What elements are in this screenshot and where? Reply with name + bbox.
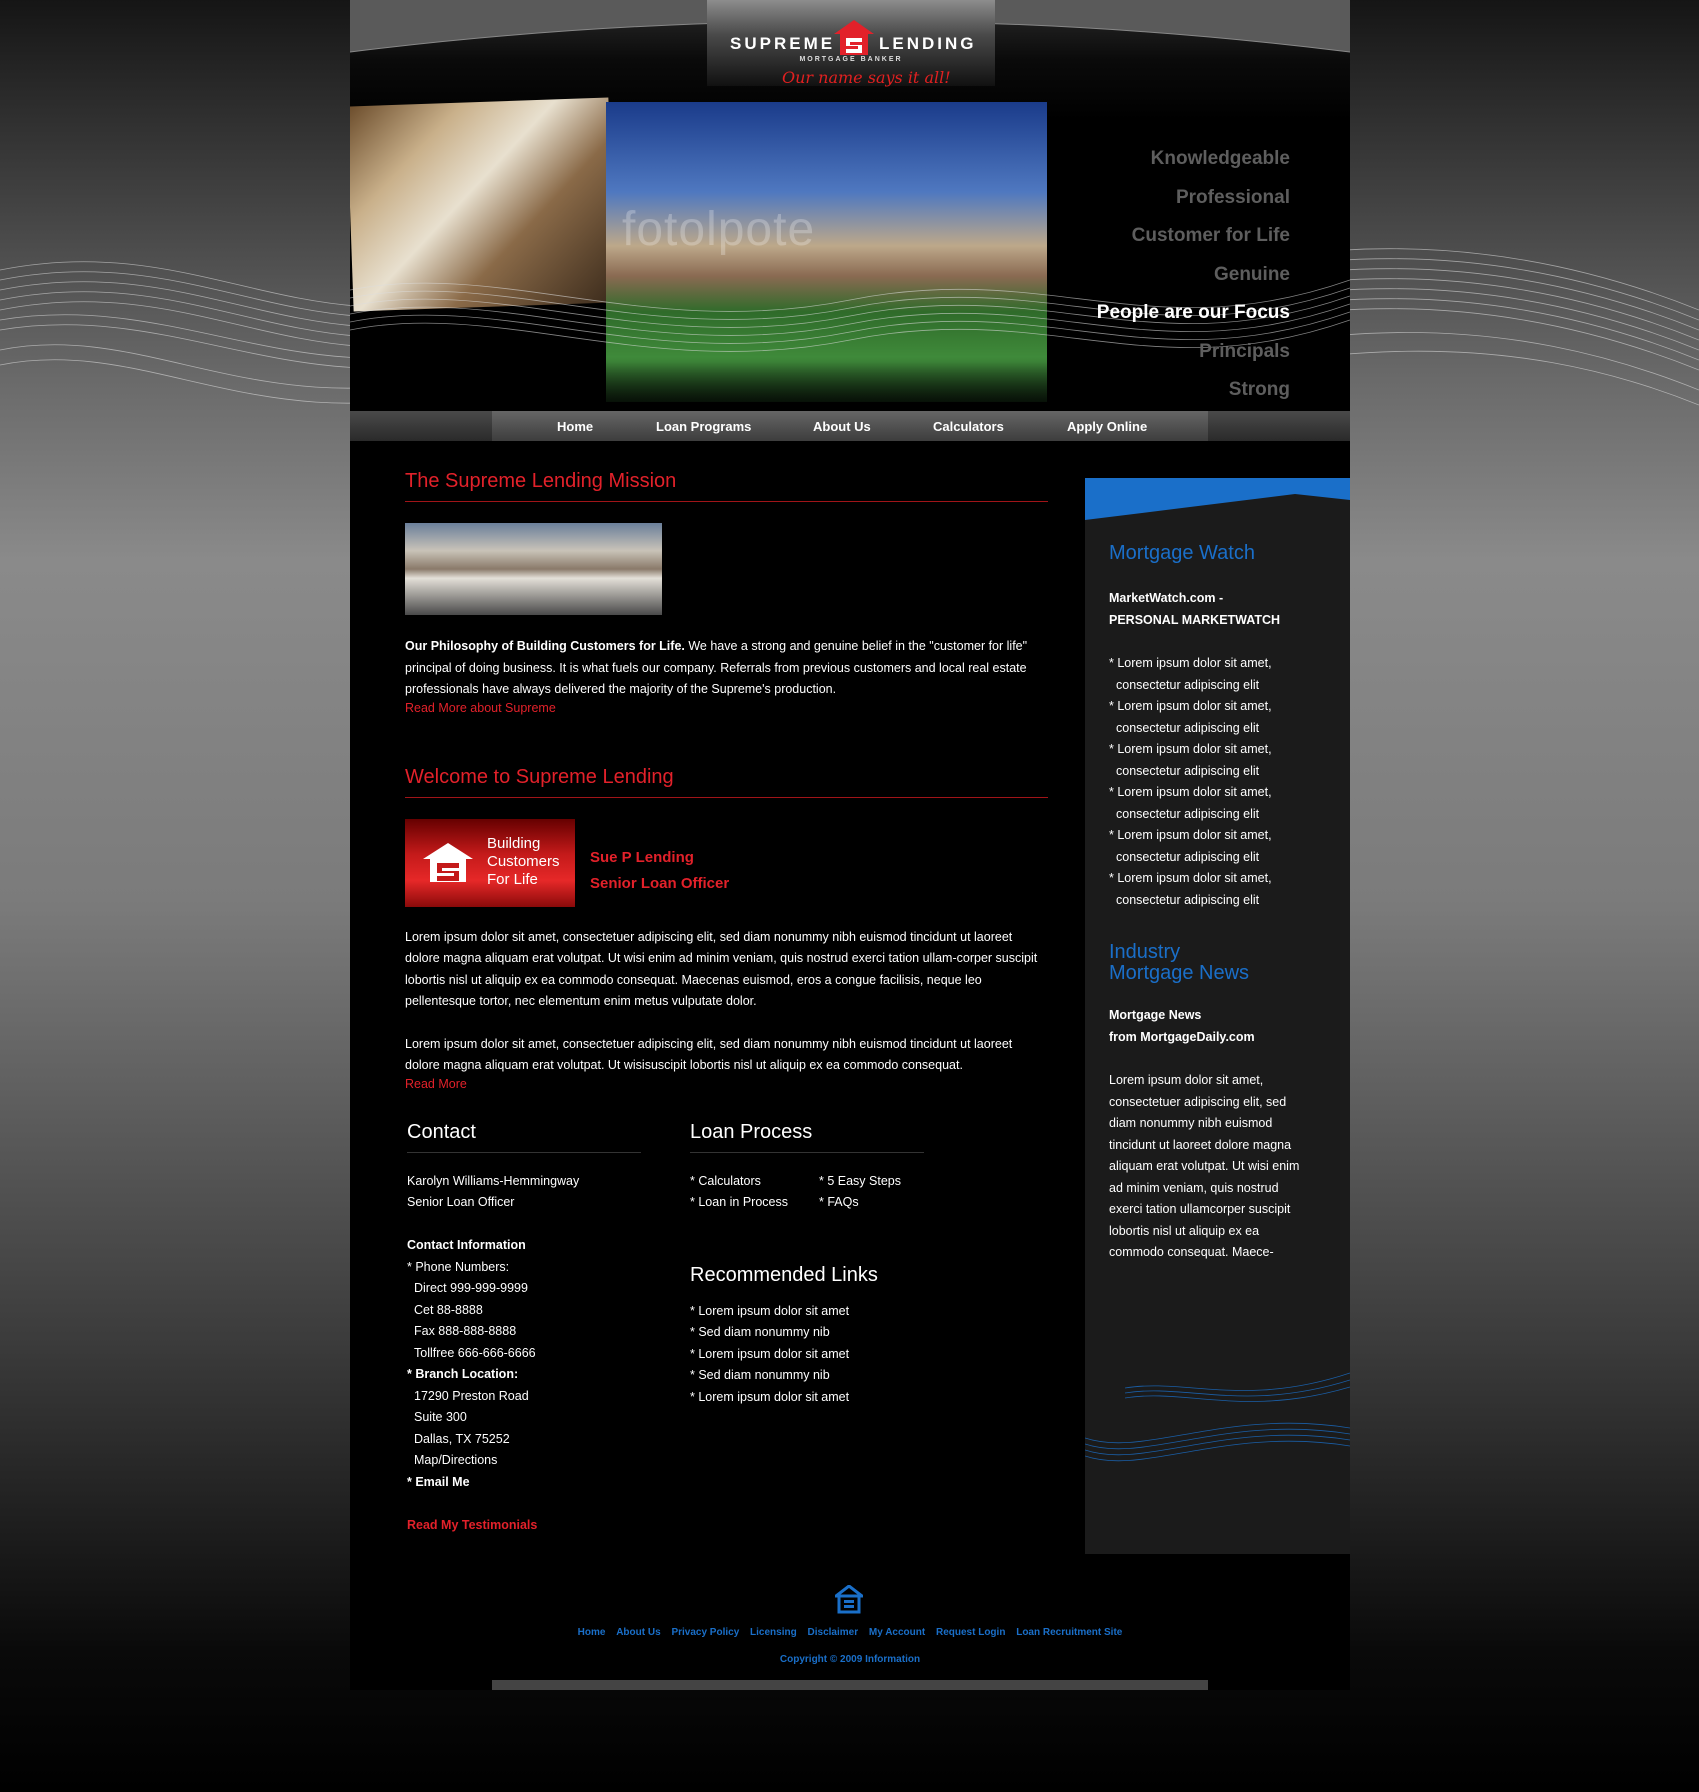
loan-process-section: Loan Process * Calculators * Loan in Pro…	[690, 1121, 924, 1409]
mortgage-watch-title: Mortgage Watch	[1109, 542, 1255, 564]
logo-text-left: SUPREME	[730, 34, 836, 53]
watch-item[interactable]: * Lorem ipsum dolor sit amet, consectetur…	[1109, 868, 1309, 911]
news-body: Lorem ipsum dolor sit amet, consectetuer…	[1109, 1073, 1300, 1259]
recommended-link[interactable]: * Sed diam nonummy nib	[690, 1365, 924, 1387]
main-content: The Supreme Lending Mission Our Philosop…	[405, 470, 1048, 1541]
mortgage-daily-source: Mortgage News from MortgageDaily.com	[1109, 1008, 1255, 1044]
welcome-banner: Building Customers For Life Sue P Lendin…	[405, 818, 1048, 907]
nav-home[interactable]: Home	[557, 411, 593, 441]
email-me-link[interactable]: * Email Me	[407, 1472, 641, 1494]
equal-housing-icon	[835, 1585, 863, 1614]
map-directions-link[interactable]: Map/Directions	[407, 1450, 641, 1472]
footer-link-about[interactable]: About Us	[616, 1627, 660, 1638]
faqs-link[interactable]: * FAQs	[819, 1192, 901, 1214]
loan-officer: Sue P Lending Senior Loan Officer	[590, 845, 729, 897]
read-more-supreme-link[interactable]: Read More about Supreme	[405, 701, 1048, 715]
industry-news-title: Industry Mortgage News	[1109, 941, 1250, 984]
recommended-link[interactable]: * Lorem ipsum dolor sit amet	[690, 1301, 924, 1323]
page-container: SUPREME LENDING MORTGAGE BANKER Our name…	[350, 0, 1350, 1690]
logo-subtitle: MORTGAGE BANKER	[799, 56, 903, 63]
welcome-paragraph-1: Lorem ipsum dolor sit amet, consectetuer…	[405, 929, 1038, 1009]
address-line: 17290 Preston Road	[414, 1388, 529, 1403]
mission-title: The Supreme Lending Mission	[405, 470, 1048, 502]
welcome-paragraph-2: Lorem ipsum dolor sit amet, consectetuer…	[405, 1036, 1013, 1073]
phone-tollfree: Tollfree 666-666-6666	[414, 1345, 536, 1360]
mission-text: Our Philosophy of Building Customers for…	[405, 636, 1048, 701]
easy-steps-link[interactable]: * 5 Easy Steps	[819, 1171, 901, 1193]
copyright: Copyright © 2009 Information	[779, 1654, 921, 1665]
sidebar-accent	[1085, 478, 1350, 520]
phones-label: * Phone Numbers:	[407, 1259, 510, 1274]
testimonials-link[interactable]: Read My Testimonials	[407, 1515, 641, 1537]
footer-bar	[492, 1680, 1208, 1690]
recommended-link[interactable]: * Sed diam nonummy nib	[690, 1322, 924, 1344]
footer-link-account[interactable]: My Account	[869, 1627, 925, 1638]
main-nav: Home Loan Programs About Us Calculators …	[350, 411, 1350, 441]
address-line: Suite 300	[414, 1410, 467, 1424]
contact-title: Contact	[407, 1121, 641, 1153]
stock-watermark: fotolpote	[622, 203, 816, 256]
mission-house-image	[405, 523, 662, 615]
footer-link-privacy[interactable]: Privacy Policy	[671, 1627, 739, 1638]
phone-cell: Cet 88-8888	[414, 1302, 483, 1317]
footer-link-licensing[interactable]: Licensing	[750, 1627, 797, 1638]
value-item: Customer for Life	[1131, 225, 1290, 246]
watch-item[interactable]: * Lorem ipsum dolor sit amet, consectetur…	[1109, 696, 1309, 739]
phone-direct: Direct 999-999-9999	[414, 1281, 528, 1295]
footer-link-login[interactable]: Request Login	[936, 1627, 1005, 1638]
info-columns: Contact Karolyn Williams-Hemmingway Seni…	[405, 1121, 1048, 1541]
value-item-active: People are our Focus	[1096, 302, 1290, 323]
contact-section: Contact Karolyn Williams-Hemmingway Seni…	[407, 1121, 641, 1537]
phone-fax: Fax 888-888-8888	[414, 1324, 517, 1338]
loan-process-title: Loan Process	[690, 1121, 924, 1153]
officer-name: Sue P Lending	[590, 848, 694, 866]
recommended-link[interactable]: * Lorem ipsum dolor sit amet	[690, 1344, 924, 1366]
recommended-links-title: Recommended Links	[690, 1263, 878, 1286]
nav-loan-programs[interactable]: Loan Programs	[656, 411, 751, 441]
value-item: Genuine	[1213, 263, 1290, 285]
sidebar: Mortgage Watch MarketWatch.com - PERSONA…	[1085, 478, 1350, 1554]
tagline: Our name says it all!	[782, 68, 951, 87]
value-item: Professional	[1175, 186, 1290, 208]
value-item: Strong	[1228, 379, 1290, 400]
officer-title: Senior Loan Officer	[590, 874, 730, 892]
value-item: Principals	[1199, 340, 1290, 362]
building-customers-banner: Building Customers For Life	[405, 818, 575, 907]
watch-item[interactable]: * Lorem ipsum dolor sit amet, consectetur…	[1109, 739, 1309, 782]
footer-link-disclaimer[interactable]: Disclaimer	[808, 1627, 859, 1638]
read-more-link[interactable]: Read More	[405, 1077, 1048, 1091]
footer-link-recruitment[interactable]: Loan Recruitment Site	[1016, 1627, 1122, 1638]
mission-lead: Our Philosophy of Building Customers for…	[405, 639, 685, 653]
watch-item[interactable]: * Lorem ipsum dolor sit amet, consectetur…	[1109, 782, 1309, 825]
loan-in-process-link[interactable]: * Loan in Process	[690, 1192, 788, 1214]
value-list: Knowledgeable Professional Customer for …	[1097, 144, 1290, 410]
watch-list: * Lorem ipsum dolor sit amet, consectetur…	[1109, 653, 1309, 911]
house-logo-icon	[834, 20, 874, 55]
house-icon	[423, 842, 473, 882]
logo-text-right: LENDING	[879, 34, 977, 53]
nav-calculators[interactable]: Calculators	[933, 411, 1004, 441]
contact-name: Karolyn Williams-Hemmingway	[407, 1173, 580, 1188]
watch-item[interactable]: * Lorem ipsum dolor sit amet, consectetur…	[1109, 825, 1309, 868]
value-item: Knowledgeable	[1150, 148, 1290, 169]
footer-links: Home About Us Privacy Policy Licensing D…	[350, 1627, 1350, 1638]
nav-apply-online[interactable]: Apply Online	[1067, 411, 1147, 441]
contact-role: Senior Loan Officer	[407, 1195, 515, 1209]
calculators-link[interactable]: * Calculators	[690, 1171, 788, 1193]
nav-about-us[interactable]: About Us	[813, 411, 871, 441]
branch-label: * Branch Location:	[407, 1367, 519, 1381]
welcome-title: Welcome to Supreme Lending	[405, 766, 1048, 798]
watch-item[interactable]: * Lorem ipsum dolor sit amet, consectetur…	[1109, 653, 1309, 696]
address-line: Dallas, TX 75252	[414, 1431, 510, 1446]
recommended-link[interactable]: * Lorem ipsum dolor sit amet	[690, 1387, 924, 1409]
marketwatch-source: MarketWatch.com - PERSONAL MARKETWATCH	[1109, 591, 1281, 627]
footer-link-home[interactable]: Home	[578, 1627, 606, 1638]
banner-text: Building Customers For Life	[487, 834, 560, 888]
contact-info-title: Contact Information	[407, 1238, 526, 1252]
sidebar-waves	[1085, 1372, 1350, 1462]
header: SUPREME LENDING MORTGAGE BANKER Our name…	[350, 0, 1350, 410]
